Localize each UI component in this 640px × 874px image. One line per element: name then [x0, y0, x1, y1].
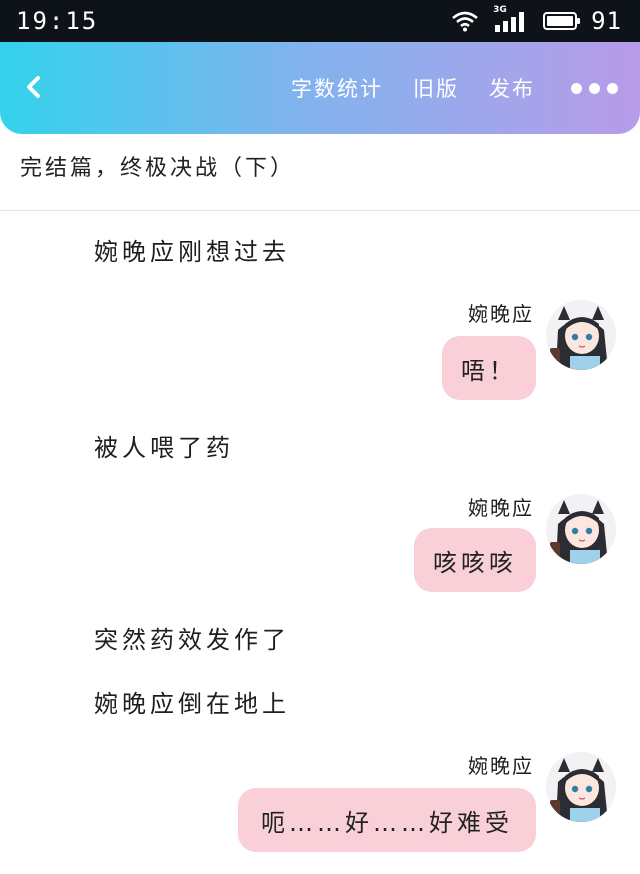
status-time: 19:15 — [16, 7, 99, 35]
avatar[interactable] — [546, 300, 616, 370]
back-button[interactable] — [18, 70, 52, 104]
wifi-icon — [452, 11, 478, 32]
publish-button[interactable]: 发布 — [489, 73, 535, 103]
battery: 91 — [543, 7, 622, 35]
signal-icon: 3G — [493, 5, 529, 33]
speech-bubble: 唔！ — [442, 336, 536, 400]
character-avatar-image — [546, 752, 616, 822]
top-app-bar: 字数统计 旧版 发布 — [0, 42, 640, 134]
narration-line: 突然药效发作了 — [94, 626, 290, 654]
old-version-button[interactable]: 旧版 — [413, 73, 459, 103]
status-icons: 3G 91 — [451, 5, 622, 35]
speech-bubble: 呃……好……好难受 — [238, 788, 536, 852]
speaker-name: 婉晚应 — [468, 754, 534, 778]
divider — [0, 210, 640, 211]
status-bar: 19:15 3G 91 — [0, 0, 640, 42]
speech-bubble: 咳咳咳 — [414, 528, 536, 592]
avatar[interactable] — [546, 752, 616, 822]
chevron-left-icon — [27, 76, 40, 98]
header-actions: 字数统计 旧版 发布 — [291, 42, 618, 134]
speaker-name: 婉晚应 — [468, 496, 534, 520]
narration-line: 被人喂了药 — [94, 434, 234, 462]
battery-icon — [543, 12, 581, 30]
avatar[interactable] — [546, 494, 616, 564]
more-dots-icon[interactable] — [571, 82, 618, 94]
character-avatar-image — [546, 300, 616, 370]
word-count-button[interactable]: 字数统计 — [291, 73, 383, 103]
speaker-name: 婉晚应 — [468, 302, 534, 326]
narration-line: 婉晚应刚想过去 — [94, 238, 290, 266]
narration-line: 婉晚应倒在地上 — [94, 690, 290, 718]
chapter-title: 完结篇，终极决战（下） — [20, 156, 296, 181]
battery-percent: 91 — [591, 7, 622, 35]
character-avatar-image — [546, 494, 616, 564]
